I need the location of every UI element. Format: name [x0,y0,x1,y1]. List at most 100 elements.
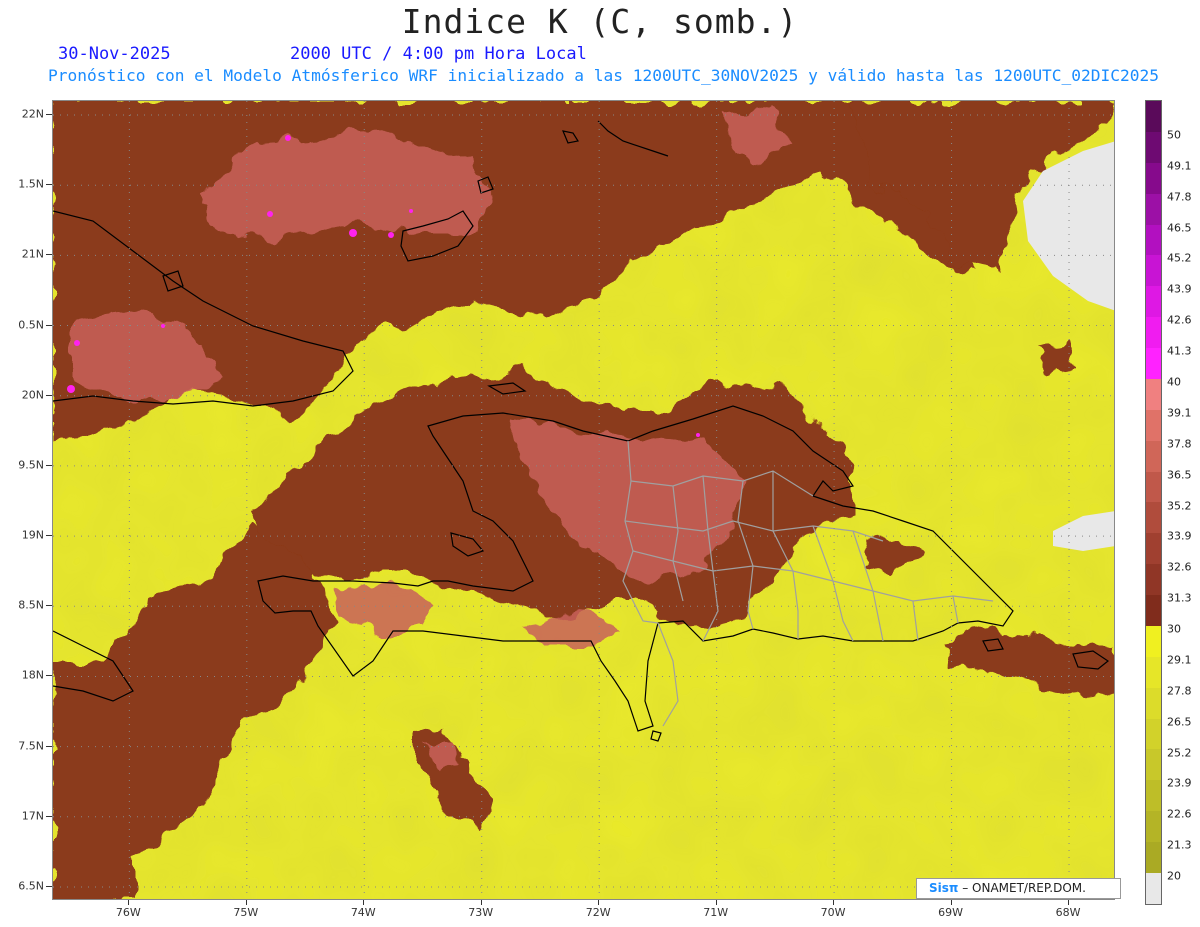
colorbar-segment [1146,872,1161,904]
lon-tick [715,900,717,905]
colorbar-label: 39.1 [1167,406,1192,420]
colorbar-label: 41.3 [1167,344,1192,358]
lon-tick [128,900,130,905]
longitude-axis: 76W 75W 74W 73W 72W 71W 70W 69W 68W [52,900,1115,927]
colorbar-segment [1146,502,1161,534]
lon-tick [950,900,952,905]
colorbar-labels: 50 49.1 47.8 46.5 45.2 43.9 42.6 41.3 40 39.1 37.8… [1165,100,1200,905]
lon-tick-label: 73W [468,906,494,919]
colorbar-segment [1146,440,1161,472]
colorbar-segment [1146,409,1161,441]
lon-tick-label: 72W [585,906,611,919]
colorbar-segment [1146,471,1161,503]
colorbar-label: 42.6 [1167,313,1192,327]
colorbar-label: 30 [1167,622,1181,636]
credit-box: Sisπ – ONAMET/REP.DOM. [916,878,1121,899]
colorbar-label: 27.8 [1167,684,1192,698]
colorbar-label: 49.1 [1167,159,1192,173]
credit-text: – ONAMET/REP.DOM. [962,881,1086,895]
colorbar-segment [1146,656,1161,688]
field-extreme-spot [267,211,273,217]
lon-tick-label: 74W [350,906,376,919]
sispi-logo: Sisπ [929,881,959,895]
lon-tick-label: 75W [233,906,259,919]
colorbar-segment [1146,193,1161,225]
colorbar [1145,100,1162,905]
colorbar-label: 29.1 [1167,653,1192,667]
lon-tick [598,900,600,905]
colorbar-label: 46.5 [1167,221,1192,235]
colorbar-segment [1146,749,1161,781]
lon-tick-label: 71W [703,906,729,919]
field-extreme-spot [67,385,75,393]
colorbar-segment [1146,687,1161,719]
lat-tick-label: 19N [21,528,44,542]
lat-tick-label: 6.5N [18,879,44,893]
colorbar-label: 50 [1167,128,1181,142]
colorbar-segment [1146,224,1161,256]
lat-tick-label: 17N [21,809,44,823]
lat-tick-label: 22N [21,107,44,121]
lon-tick-label: 69W [938,906,963,919]
lon-tick [480,900,482,905]
colorbar-label: 31.3 [1167,591,1192,605]
colorbar-label: 32.6 [1167,560,1192,574]
lat-tick-label: 7.5N [18,739,44,753]
colorbar-label: 22.6 [1167,807,1192,821]
forecast-subtitle: Pronóstico con el Modelo Atmósferico WRF… [48,66,1160,85]
lat-tick-label: 9.5N [18,458,44,472]
lat-tick-label: 1.5N [18,177,44,191]
colorbar-segment [1146,625,1161,657]
forecast-time: 2000 UTC / 4:00 pm Hora Local [290,44,587,64]
lon-tick-label: 70W [820,906,846,919]
colorbar-label: 45.2 [1167,251,1192,265]
colorbar-label: 26.5 [1167,715,1192,729]
colorbar-segment [1146,842,1161,873]
colorbar-segment [1146,348,1161,379]
colorbar-segment [1146,286,1161,318]
colorbar-segment [1146,718,1161,750]
lon-tick [245,900,247,905]
lon-tick-label: 68W [1055,906,1081,919]
field-extreme-spot [161,324,165,328]
lon-tick [833,900,835,905]
colorbar-segment [1146,131,1161,163]
lon-tick-label: 76W [115,906,141,919]
latitude-axis: 22N 1.5N 21N 0.5N 20N 9.5N 19N 8.5N 18N 7.5N 17N 6.… [0,100,52,900]
field-extreme-spot [388,232,394,238]
lat-tick-label: 18N [21,668,44,682]
lat-tick-label: 0.5N [18,318,44,332]
colorbar-label: 21.3 [1167,838,1192,852]
lon-tick [363,900,365,905]
colorbar-segment [1146,378,1161,410]
colorbar-segment [1146,162,1161,194]
colorbar-label: 40 [1167,375,1181,389]
colorbar-label: 23.9 [1167,776,1192,790]
colorbar-label: 20 [1167,869,1181,883]
colorbar-label: 35.2 [1167,499,1192,512]
field-extreme-spot [696,433,700,437]
field-extreme-spot [409,209,413,213]
colorbar-segment [1146,317,1161,348]
colorbar-segment [1146,595,1161,626]
colorbar-label: 25.2 [1167,746,1192,760]
forecast-date: 30-Nov-2025 [58,44,171,64]
field-extreme-spot [285,135,291,141]
field-extreme-spot [74,340,80,346]
colorbar-segment [1146,101,1161,132]
colorbar-label: 47.8 [1167,190,1192,204]
lat-tick-label: 20N [21,388,44,402]
colorbar-segment [1146,255,1161,287]
colorbar-label: 33.9 [1167,529,1192,543]
map-title: Indice K (C, somb.) [401,2,799,41]
colorbar-label: 37.8 [1167,437,1192,451]
colorbar-segment [1146,780,1161,812]
colorbar-segment [1146,564,1161,595]
lat-tick-label: 21N [21,247,44,261]
lon-tick [1068,900,1070,905]
k-index-map[interactable] [52,100,1115,900]
colorbar-segment [1146,533,1161,565]
colorbar-label: 43.9 [1167,282,1192,296]
colorbar-segment [1146,811,1161,842]
colorbar-label: 36.5 [1167,468,1192,482]
